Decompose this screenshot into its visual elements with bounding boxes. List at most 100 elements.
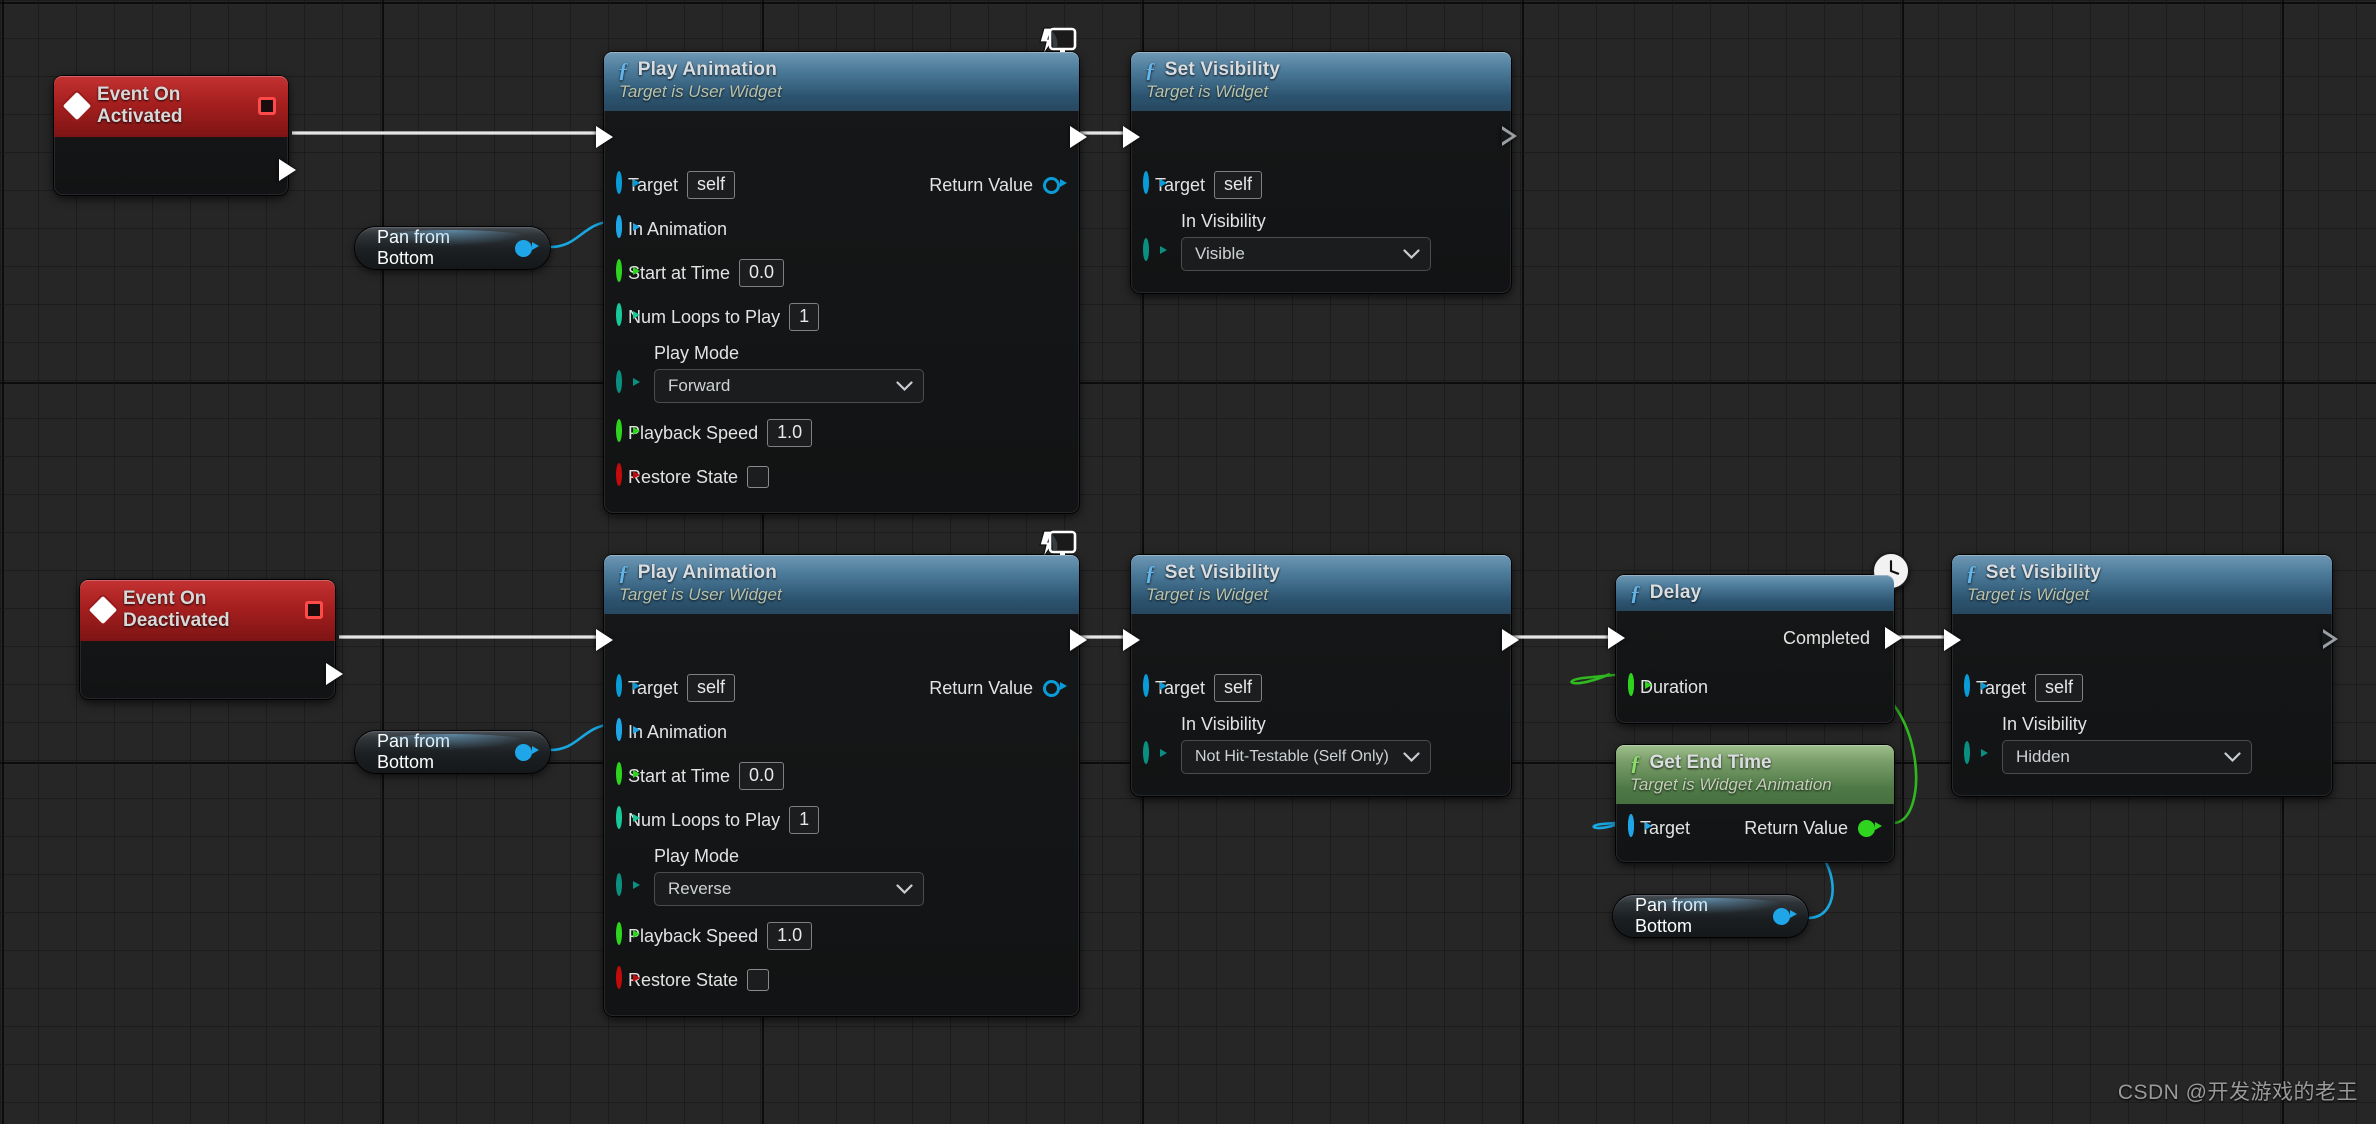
exec-out-pin[interactable]: [1070, 126, 1087, 148]
function-icon: ƒ: [618, 60, 629, 81]
exec-in-pin[interactable]: [596, 629, 613, 651]
play-mode-pin[interactable]: [616, 876, 638, 898]
node-body: [80, 641, 335, 699]
restore-state-checkbox[interactable]: [747, 969, 769, 991]
node-title-row: ƒ Play Animation: [618, 59, 1065, 81]
node-set-visibility-1[interactable]: ƒ Set Visibility Target is Widget Target…: [1131, 52, 1511, 293]
restore-state-checkbox[interactable]: [747, 466, 769, 488]
exec-out-pin[interactable]: [279, 159, 296, 181]
in-visibility-dropdown[interactable]: Visible: [1181, 237, 1431, 271]
playback-speed-pin[interactable]: [616, 925, 638, 947]
node-body: Target self Return Value In Animation: [604, 111, 1079, 513]
exec-in-pin[interactable]: [1123, 629, 1140, 651]
node-set-visibility-2[interactable]: ƒ Set Visibility Target is Widget Target…: [1131, 555, 1511, 796]
pin-label-return-value: Return Value: [929, 175, 1033, 196]
play-mode-dropdown[interactable]: Reverse: [654, 872, 924, 906]
in-visibility-dropdown[interactable]: Not Hit-Testable (Self Only): [1181, 740, 1431, 774]
row-restore-state: Restore State: [604, 455, 1079, 499]
node-delay[interactable]: ƒ Delay Completed Duration: [1616, 575, 1894, 723]
row-start-at-time: Start at Time 0.0: [604, 251, 1079, 295]
return-value-pin[interactable]: [1043, 677, 1065, 699]
node-subtitle: Target is Widget: [1145, 82, 1497, 102]
target-value-field[interactable]: self: [1214, 674, 1262, 702]
duration-pin[interactable]: [1628, 676, 1650, 698]
in-visibility-pin[interactable]: [1964, 744, 1986, 766]
playback-speed-field[interactable]: 1.0: [767, 922, 812, 950]
target-value-field[interactable]: self: [1214, 171, 1262, 199]
variable-pan-from-bottom-1[interactable]: Pan from Bottom: [355, 227, 550, 269]
node-title-row: ƒ Set Visibility: [1145, 562, 1497, 584]
play-mode-dropdown[interactable]: Forward: [654, 369, 924, 403]
target-value-field[interactable]: self: [687, 171, 735, 199]
pin-label-start-at-time: Start at Time: [628, 766, 730, 787]
variable-output-pin[interactable]: [1773, 905, 1794, 927]
variable-pan-from-bottom-3[interactable]: Pan from Bottom: [1613, 895, 1808, 937]
play-mode-pin[interactable]: [616, 373, 638, 395]
exec-row: [604, 614, 1079, 666]
pin-label-restore-state: Restore State: [628, 467, 738, 488]
start-at-time-field[interactable]: 0.0: [739, 259, 784, 287]
row-in-visibility: In Visibility Not Hit-Testable (Self Onl…: [1131, 710, 1511, 782]
playback-speed-pin[interactable]: [616, 422, 638, 444]
target-pin[interactable]: [1964, 677, 1986, 699]
in-animation-pin[interactable]: [616, 721, 638, 743]
node-subtitle: Target is Widget Animation: [1630, 775, 1880, 795]
exec-out-pin[interactable]: [1502, 629, 1519, 651]
num-loops-field[interactable]: 1: [789, 303, 819, 331]
exec-in-pin[interactable]: [1123, 126, 1140, 148]
node-event-on-deactivated[interactable]: Event On Deactivated: [80, 580, 335, 699]
exec-in-pin[interactable]: [596, 126, 613, 148]
pin-label-playback-speed: Playback Speed: [628, 423, 758, 444]
in-visibility-pin[interactable]: [1143, 241, 1165, 263]
row-target: Target self Return Value: [604, 163, 1079, 207]
variable-output-pin[interactable]: [515, 237, 536, 259]
target-pin[interactable]: [1143, 677, 1165, 699]
exec-out-pin[interactable]: [1070, 629, 1087, 651]
exec-in-pin[interactable]: [1608, 627, 1625, 649]
exec-out-pin[interactable]: [1502, 126, 1517, 147]
node-header: ƒ Play Animation Target is User Widget: [604, 555, 1079, 614]
target-pin[interactable]: [1628, 817, 1650, 839]
exec-in-pin[interactable]: [1944, 629, 1961, 651]
restore-state-pin[interactable]: [616, 466, 638, 488]
start-at-time-pin[interactable]: [616, 765, 638, 787]
node-set-visibility-3[interactable]: ƒ Set Visibility Target is Widget Target…: [1952, 555, 2332, 796]
pin-label-return-value: Return Value: [929, 678, 1033, 699]
exec-out-pin[interactable]: [2323, 629, 2338, 650]
row-num-loops: Num Loops to Play 1: [604, 798, 1079, 842]
target-pin[interactable]: [616, 174, 638, 196]
variable-output-pin[interactable]: [515, 741, 536, 763]
target-pin[interactable]: [616, 677, 638, 699]
in-visibility-dropdown[interactable]: Hidden: [2002, 740, 2252, 774]
node-get-end-time[interactable]: ƒ Get End Time Target is Widget Animatio…: [1616, 745, 1894, 862]
play-mode-value: Forward: [668, 376, 730, 396]
node-play-animation-1[interactable]: ƒ Play Animation Target is User Widget T…: [604, 52, 1079, 513]
target-value-field[interactable]: self: [2035, 674, 2083, 702]
restore-state-pin[interactable]: [616, 969, 638, 991]
pin-label-in-visibility: In Visibility: [1181, 714, 1511, 735]
node-header: ƒ Set Visibility Target is Widget: [1131, 52, 1511, 111]
row-restore-state: Restore State: [604, 958, 1079, 1002]
exec-out-completed-pin[interactable]: [1885, 627, 1902, 649]
pin-label-start-at-time: Start at Time: [628, 263, 730, 284]
target-value-field[interactable]: self: [687, 674, 735, 702]
start-at-time-field[interactable]: 0.0: [739, 762, 784, 790]
node-play-animation-2[interactable]: ƒ Play Animation Target is User Widget T…: [604, 555, 1079, 1016]
return-value-pin[interactable]: [1858, 817, 1880, 839]
row-playback-speed: Playback Speed 1.0: [604, 914, 1079, 958]
event-diamond-icon: [89, 596, 117, 624]
num-loops-pin[interactable]: [616, 306, 638, 328]
blueprint-graph-canvas[interactable]: Event On Activated ƒ Play Animation Targ…: [0, 0, 2376, 1124]
return-value-pin[interactable]: [1043, 174, 1065, 196]
num-loops-field[interactable]: 1: [789, 806, 819, 834]
in-animation-pin[interactable]: [616, 218, 638, 240]
start-at-time-pin[interactable]: [616, 262, 638, 284]
variable-pan-from-bottom-2[interactable]: Pan from Bottom: [355, 731, 550, 773]
target-pin[interactable]: [1143, 174, 1165, 196]
exec-out-pin[interactable]: [326, 663, 343, 685]
node-event-on-activated[interactable]: Event On Activated: [54, 76, 288, 195]
playback-speed-field[interactable]: 1.0: [767, 419, 812, 447]
in-visibility-pin[interactable]: [1143, 744, 1165, 766]
exec-row: [1952, 614, 2332, 666]
num-loops-pin[interactable]: [616, 809, 638, 831]
